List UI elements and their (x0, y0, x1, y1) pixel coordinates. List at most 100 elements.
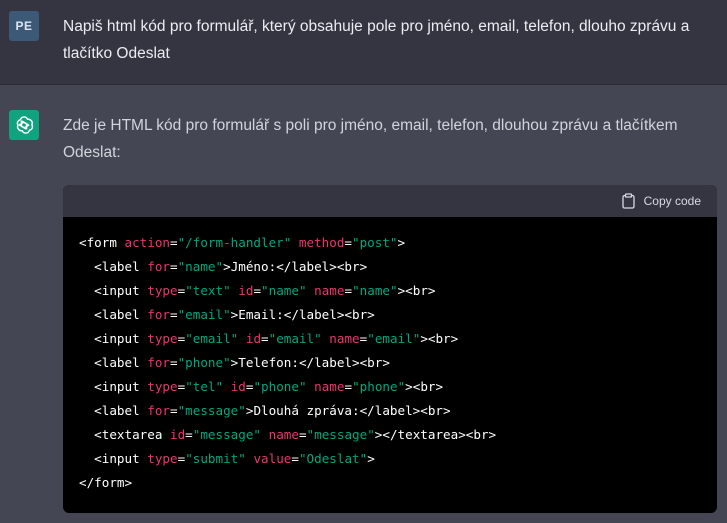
code-token-attr: for (147, 355, 170, 370)
code-token-eq: = (170, 355, 178, 370)
code-token-text: Jméno: (230, 259, 277, 274)
code-token-tag: ><br> (420, 331, 459, 346)
code-token-tag: <label (79, 259, 148, 274)
code-token-attr: type (147, 379, 178, 394)
code-block: Copy code <form action="/form-handler" m… (63, 185, 717, 513)
assistant-message-text: Zde je HTML kód pro formulář s poli pro … (63, 117, 678, 161)
code-token-tag: ><br> (397, 283, 436, 298)
code-token-attr: id (170, 427, 186, 442)
code-block-header: Copy code (63, 185, 717, 217)
code-token-val: "email" (268, 331, 322, 346)
code-token-val: "email" (367, 331, 421, 346)
code-token-val: "phone" (177, 355, 231, 370)
code-token-val: "message" (177, 403, 246, 418)
code-token-attr: name (314, 379, 345, 394)
code-token-attr: method (298, 235, 345, 250)
code-token-attr: value (253, 451, 292, 466)
chat-page: PE Napiš html kód pro formulář, který ob… (0, 0, 727, 523)
code-content: <form action="/form-handler" method="pos… (63, 217, 717, 495)
code-token-attr: name (329, 331, 360, 346)
code-token-text: Email: (238, 307, 284, 322)
code-token-eq: = (298, 427, 307, 442)
code-token-tag: </label><br> (276, 259, 368, 274)
code-token-val: "message" (192, 427, 262, 442)
code-token-val: "message" (306, 427, 375, 442)
copy-code-label: Copy code (643, 194, 701, 208)
code-token-attr: for (147, 403, 170, 418)
code-token-attr: action (124, 235, 171, 250)
code-token-attr: type (147, 331, 178, 346)
code-token-tag (307, 379, 315, 394)
code-line: <label for="message">Dlouhá zpráva:</lab… (79, 399, 717, 423)
code-token-val: "tel" (185, 379, 224, 394)
code-token-tag: </label><br> (359, 403, 451, 418)
code-token-val: "submit" (185, 451, 246, 466)
code-line: <label for="phone">Telefon:</label><br> (79, 351, 717, 375)
code-token-attr: for (147, 259, 170, 274)
code-token-text: Telefon: (238, 355, 299, 370)
openai-logo-icon (9, 110, 39, 140)
code-token-tag: <input (79, 283, 148, 298)
user-avatar: PE (9, 11, 39, 41)
code-token-eq: = (291, 451, 299, 466)
code-token-eq: = (344, 235, 353, 250)
code-token-eq: = (261, 331, 269, 346)
code-token-tag (238, 331, 246, 346)
code-token-val: "name" (177, 259, 224, 274)
code-token-tag: > (367, 451, 375, 466)
code-token-tag: </label><br> (283, 307, 375, 322)
code-token-eq: = (344, 379, 353, 394)
code-line: <label for="name">Jméno:</label><br> (79, 255, 717, 279)
user-message-text: Napiš html kód pro formulář, který obsah… (63, 18, 690, 62)
code-token-eq: = (185, 427, 193, 442)
clipboard-icon (621, 193, 636, 209)
code-token-val: "name" (261, 283, 307, 298)
code-line: <input type="tel" id="phone" name="phone… (79, 375, 717, 399)
assistant-message-row: Zde je HTML kód pro formulář s poli pro … (0, 85, 727, 523)
code-token-attr: for (147, 307, 170, 322)
user-message-row: PE Napiš html kód pro formulář, který ob… (0, 0, 727, 85)
code-token-tag: ></textarea><br> (374, 427, 497, 442)
code-token-attr: name (268, 427, 299, 442)
code-token-attr: type (147, 451, 178, 466)
copy-code-button[interactable]: Copy code (621, 185, 701, 217)
code-token-val: "Odeslat" (298, 451, 368, 466)
code-token-tag: <label (79, 355, 148, 370)
code-line: <input type="text" id="name" name="name"… (79, 279, 717, 303)
code-token-val: "email" (177, 307, 231, 322)
code-token-attr: name (314, 283, 345, 298)
code-line: <textarea id="message" name="message"></… (79, 423, 717, 447)
code-token-tag: <input (79, 451, 148, 466)
code-token-eq: = (344, 283, 353, 298)
code-token-eq: = (170, 259, 178, 274)
code-token-attr: id (230, 379, 246, 394)
code-token-eq: = (170, 235, 178, 250)
code-token-attr: id (238, 283, 254, 298)
code-token-tag (307, 283, 315, 298)
code-token-val: "email" (185, 331, 239, 346)
code-line: <input type="submit" value="Odeslat"> (79, 447, 717, 471)
code-line: <label for="email">Email:</label><br> (79, 303, 717, 327)
code-token-val: "post" (352, 235, 398, 250)
code-token-tag: <input (79, 331, 148, 346)
code-token-val: "text" (185, 283, 231, 298)
code-token-val: "name" (352, 283, 398, 298)
code-token-text: Dlouhá zpráva: (253, 403, 360, 418)
code-token-val: "phone" (352, 379, 406, 394)
code-token-tag (291, 235, 299, 250)
code-token-val: "phone" (253, 379, 307, 394)
code-token-tag (261, 427, 269, 442)
code-token-tag: </form> (79, 475, 133, 490)
code-token-attr: id (245, 331, 262, 346)
code-token-tag: <label (79, 307, 148, 322)
code-line: <form action="/form-handler" method="pos… (79, 231, 717, 255)
code-token-tag: > (397, 235, 406, 250)
code-token-tag: <input (79, 379, 148, 394)
code-token-tag (223, 379, 231, 394)
code-line: </form> (79, 471, 717, 495)
code-token-eq: = (170, 307, 178, 322)
code-token-val: "/form-handler" (177, 235, 292, 250)
code-token-tag: <label (79, 403, 148, 418)
code-token-tag: <textarea (79, 427, 170, 442)
code-token-tag: ><br> (405, 379, 444, 394)
